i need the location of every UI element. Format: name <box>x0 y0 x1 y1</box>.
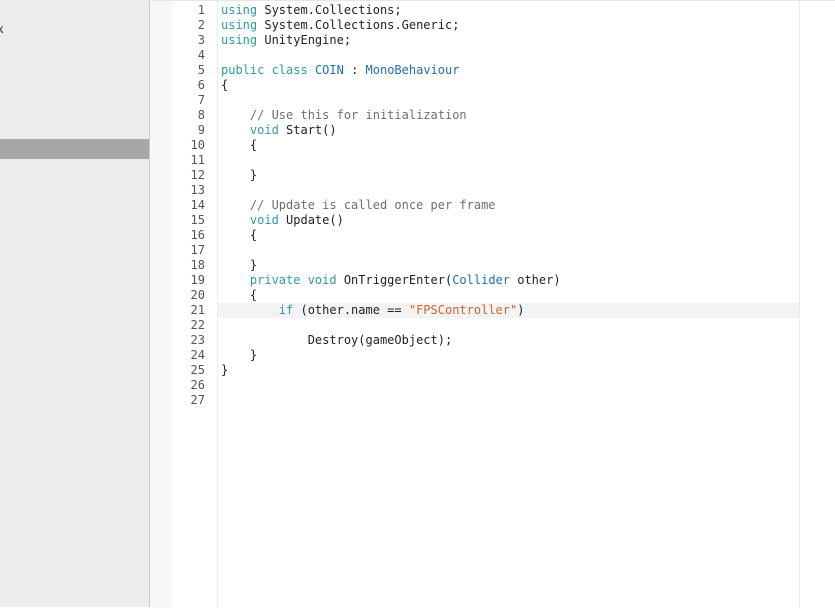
code-line[interactable]: } <box>221 348 257 363</box>
code-token: MonoBehaviour <box>365 63 460 77</box>
line-number: 14 <box>190 198 205 212</box>
line-number: 23 <box>190 333 205 347</box>
code-line[interactable]: { <box>221 78 228 93</box>
code-area[interactable]: using System.Collections; using System.Co… <box>218 1 835 608</box>
line-number: 26 <box>190 378 205 392</box>
line-number: 27 <box>190 393 205 407</box>
line-number: 3 <box>197 33 205 47</box>
code-editor[interactable]: 1 2 3 4 5 6 7 8 9 10 11 12 13 14 15 16 17 18 19 20 21 22 23 24 2… <box>150 0 835 608</box>
code-token: private void <box>249 273 337 287</box>
code-line[interactable]: using UnityEngine; <box>221 33 351 48</box>
code-token: COIN <box>314 63 344 77</box>
line-number: 2 <box>197 18 205 32</box>
gutter-padding <box>150 1 172 608</box>
code-token: } <box>221 168 258 182</box>
line-number: 6 <box>197 78 205 92</box>
code-token: { <box>221 288 258 302</box>
line-number: 9 <box>197 123 205 137</box>
code-line[interactable]: // Update is called once per frame <box>221 198 496 213</box>
code-token: void <box>249 123 279 137</box>
code-token: { <box>221 138 258 152</box>
line-number-gutter: 1 2 3 4 5 6 7 8 9 10 11 12 13 14 15 16 17 18 19 20 21 22 23 24 2… <box>172 1 218 608</box>
code-line[interactable]: // Use this for initialization <box>221 108 467 123</box>
code-token: using <box>221 3 258 17</box>
sidebar-item[interactable]: cs <box>0 159 149 179</box>
line-number: 7 <box>197 93 205 107</box>
line-number: 21 <box>190 303 205 317</box>
line-number: 11 <box>190 153 205 167</box>
right-margin <box>799 1 835 608</box>
code-line[interactable]: using System.Collections.Generic; <box>221 18 459 33</box>
code-token: Update() <box>278 213 344 227</box>
sidebar-item-label: pack <box>0 19 3 39</box>
code-line[interactable]: void Start() <box>221 123 337 138</box>
code-token: OnTriggerEnter( <box>336 273 453 287</box>
line-number: 18 <box>190 258 205 272</box>
code-token: if <box>278 303 294 317</box>
line-number: 25 <box>190 363 205 377</box>
code-line[interactable]: using System.Collections; <box>221 3 402 18</box>
code-line[interactable]: } <box>221 363 228 378</box>
code-line[interactable]: void Update() <box>221 213 344 228</box>
line-number: 10 <box>190 138 205 152</box>
line-number: 24 <box>190 348 205 362</box>
code-token: Collider <box>452 273 510 287</box>
code-token: // Use this for initialization <box>221 108 467 122</box>
code-token: // Update is called once per frame <box>221 198 496 212</box>
code-token: using <box>221 33 258 47</box>
code-token: (other.name == <box>293 303 409 317</box>
sidebar: pack cs <box>0 0 150 607</box>
line-number: 20 <box>190 288 205 302</box>
code-line[interactable]: { <box>221 228 257 243</box>
code-line[interactable]: { <box>221 138 257 153</box>
line-number: 19 <box>190 273 205 287</box>
code-token: "FPSController" <box>408 303 518 317</box>
sidebar-item[interactable]: pack <box>0 19 149 39</box>
code-line[interactable]: public class COIN : MonoBehaviour <box>221 63 459 78</box>
code-line[interactable]: } <box>221 258 257 273</box>
code-token: ) <box>517 303 525 317</box>
code-token: : <box>343 63 366 77</box>
line-number: 8 <box>197 108 205 122</box>
line-number: 4 <box>197 48 205 62</box>
line-number: 15 <box>190 213 205 227</box>
code-line[interactable]: Destroy(gameObject); <box>221 333 453 348</box>
code-token: System.Collections; <box>257 3 402 17</box>
line-number: 17 <box>190 243 205 257</box>
code-token: Start() <box>278 123 337 137</box>
code-token: } <box>221 348 258 362</box>
code-line[interactable]: private void OnTriggerEnter(Collider oth… <box>221 273 561 288</box>
line-number: 16 <box>190 228 205 242</box>
line-number: 5 <box>197 63 205 77</box>
line-number: 12 <box>190 168 205 182</box>
code-token: System.Collections.Generic; <box>257 18 460 32</box>
code-token: UnityEngine; <box>257 33 352 47</box>
code-line[interactable]: { <box>221 288 257 303</box>
code-token: } <box>221 363 229 377</box>
code-line[interactable]: } <box>221 168 257 183</box>
code-token: { <box>221 228 258 242</box>
line-number: 13 <box>190 183 205 197</box>
code-token: public class <box>221 63 308 77</box>
code-line[interactable]: if (other.name == "FPSController") <box>221 303 525 318</box>
code-token: void <box>249 213 279 227</box>
code-token: other) <box>510 273 561 287</box>
code-token: { <box>221 78 229 92</box>
sidebar-item[interactable] <box>0 139 149 159</box>
code-token: Destroy(gameObject); <box>221 333 453 347</box>
code-token: } <box>221 258 258 272</box>
code-token: using <box>221 18 258 32</box>
line-number: 22 <box>190 318 205 332</box>
line-number: 1 <box>197 3 205 17</box>
